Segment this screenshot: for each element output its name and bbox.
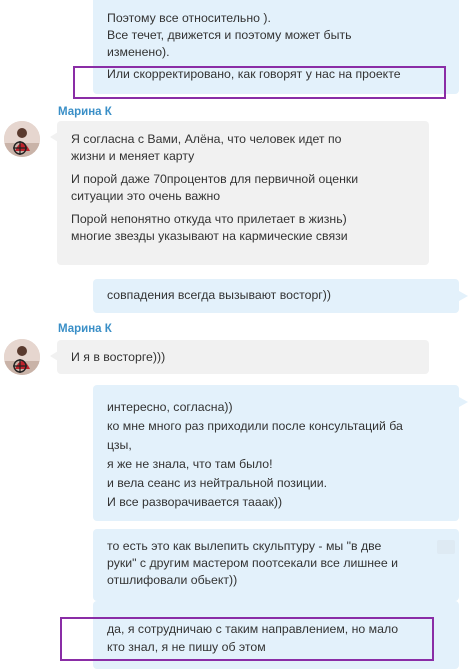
message-line: цзы, xyxy=(107,438,132,452)
message-line: ситуации это очень важно xyxy=(71,189,221,203)
avatar[interactable] xyxy=(4,339,40,375)
message-line: совпадения всегда вызывают восторг)) xyxy=(107,288,331,302)
message-line: многие звезды указывают на кармические с… xyxy=(71,229,348,243)
avatar[interactable] xyxy=(4,121,40,157)
avatar-photo xyxy=(4,339,40,375)
reaction-icon[interactable] xyxy=(437,540,455,554)
message-line: И все разворачивается тааак)) xyxy=(107,495,283,509)
message-line: то есть это как вылепить скульптуру - мы… xyxy=(107,539,382,553)
message-line: И порой даже 70процентов для первичной о… xyxy=(71,172,359,186)
avatar-photo xyxy=(4,121,40,157)
bubble-tail xyxy=(459,397,468,407)
message-line: отшлифовали обьект)) xyxy=(107,573,238,587)
outgoing-message[interactable]: то есть это как вылепить скульптуру - мы… xyxy=(93,529,459,601)
sender-name[interactable]: Марина К xyxy=(58,106,112,118)
message-line: руки" с другим мастером поотсекали все л… xyxy=(107,556,398,570)
message-line: Поэтому все относительно ). xyxy=(107,11,271,25)
message-line: жизни и меняет карту xyxy=(71,149,195,163)
highlight-box xyxy=(73,66,446,99)
message-line: я же не знала, что там было! xyxy=(107,457,273,471)
message-line: Все течет, движется и поэтому может быть xyxy=(107,28,352,42)
message-line: Порой непонятно откуда что прилетает в ж… xyxy=(71,212,347,226)
highlight-box xyxy=(60,617,434,661)
incoming-message[interactable]: Я согласна с Вами, Алёна, что человек ид… xyxy=(57,121,429,265)
outgoing-message[interactable]: интересно, согласна)) ко мне много раз п… xyxy=(93,385,459,521)
bubble-tail xyxy=(459,291,468,301)
sender-name[interactable]: Марина К xyxy=(58,323,112,335)
message-line: ко мне много раз приходили после консуль… xyxy=(107,419,403,433)
message-line: изменено). xyxy=(107,45,170,59)
message-line: интересно, согласна)) xyxy=(107,400,233,414)
incoming-message[interactable]: И я в восторге))) xyxy=(57,340,429,374)
message-line: Я согласна с Вами, Алёна, что человек ид… xyxy=(71,132,342,146)
outgoing-message[interactable]: совпадения всегда вызывают восторг)) xyxy=(93,279,459,313)
message-line: И я в восторге))) xyxy=(71,350,166,364)
message-line: и вела сеанс из нейтральной позиции. xyxy=(107,476,328,490)
